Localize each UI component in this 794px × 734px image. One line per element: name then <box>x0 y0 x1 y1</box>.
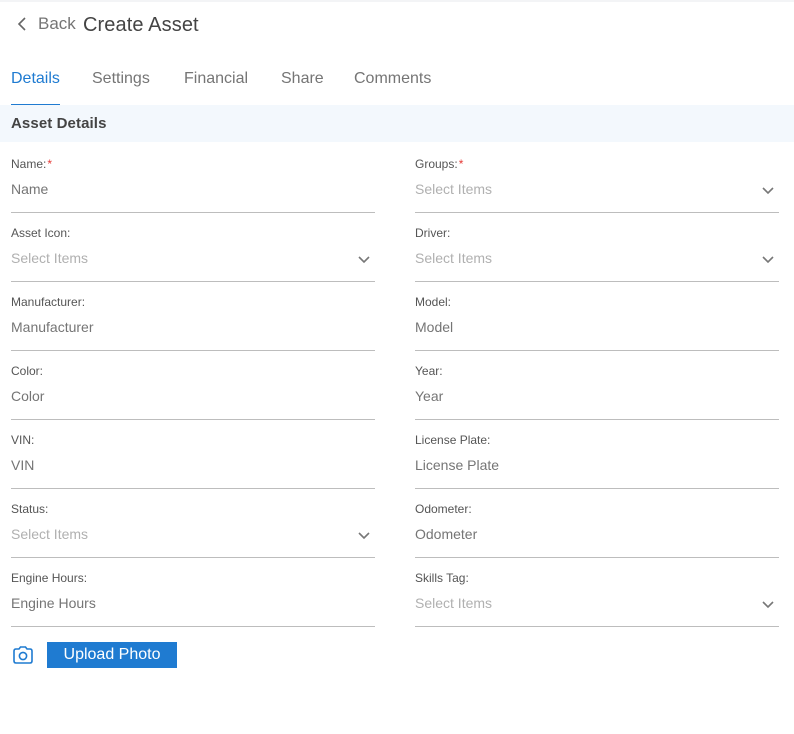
engine-hours-field: Engine Hours: <box>11 557 375 627</box>
camera-icon[interactable] <box>11 643 35 667</box>
driver-label: Driver: <box>415 226 451 240</box>
year-input[interactable] <box>415 388 745 404</box>
year-field: Year: <box>415 350 779 420</box>
odometer-field: Odometer: <box>415 488 779 558</box>
status-label: Status: <box>11 502 49 516</box>
tab-details[interactable]: Details <box>11 70 60 106</box>
tab-settings[interactable]: Settings <box>92 70 150 104</box>
model-field: Model: <box>415 281 779 351</box>
license-plate-label: License Plate: <box>415 433 491 447</box>
vin-label: VIN: <box>11 433 35 447</box>
back-button[interactable]: Back <box>14 14 76 34</box>
odometer-input[interactable] <box>415 526 745 542</box>
status-select[interactable]: Select Items <box>11 526 341 542</box>
required-marker: * <box>458 157 464 171</box>
color-input[interactable] <box>11 388 341 404</box>
status-field[interactable]: Status: Select Items <box>11 488 375 558</box>
tab-financial[interactable]: Financial <box>184 70 248 104</box>
groups-label: Groups:* <box>415 157 463 171</box>
groups-field[interactable]: Groups:* Select Items <box>415 143 779 213</box>
model-input[interactable] <box>415 319 745 335</box>
driver-field[interactable]: Driver: Select Items <box>415 212 779 282</box>
name-label: Name:* <box>11 157 52 171</box>
back-label: Back <box>38 14 76 33</box>
color-field: Color: <box>11 350 375 420</box>
skills-tag-select[interactable]: Select Items <box>415 595 745 611</box>
skills-tag-label: Skills Tag: <box>415 571 469 585</box>
page-title: Create Asset <box>83 14 199 36</box>
chevron-down-icon[interactable] <box>761 183 775 197</box>
chevron-down-icon[interactable] <box>357 528 371 542</box>
section-header: Asset Details <box>0 105 794 142</box>
asset-icon-field[interactable]: Asset Icon: Select Items <box>11 212 375 282</box>
chevron-left-icon <box>17 17 26 31</box>
year-label: Year: <box>415 364 443 378</box>
chevron-down-icon[interactable] <box>761 597 775 611</box>
page-header: Back Create Asset <box>0 0 794 52</box>
name-input[interactable] <box>11 181 341 197</box>
license-plate-field: License Plate: <box>415 419 779 489</box>
engine-hours-input[interactable] <box>11 595 341 611</box>
license-plate-input[interactable] <box>415 457 745 473</box>
name-field: Name:* <box>11 143 375 213</box>
asset-icon-select[interactable]: Select Items <box>11 250 341 266</box>
vin-input[interactable] <box>11 457 341 473</box>
tab-bar: Details Settings Financial Share Comment… <box>0 62 794 106</box>
model-label: Model: <box>415 295 452 309</box>
manufacturer-label: Manufacturer: <box>11 295 86 309</box>
odometer-label: Odometer: <box>415 502 472 516</box>
color-label: Color: <box>11 364 44 378</box>
tab-share[interactable]: Share <box>281 70 324 104</box>
driver-select[interactable]: Select Items <box>415 250 745 266</box>
chevron-down-icon[interactable] <box>761 252 775 266</box>
groups-select[interactable]: Select Items <box>415 181 745 197</box>
groups-label-text: Groups: <box>415 157 458 171</box>
engine-hours-label: Engine Hours: <box>11 571 88 585</box>
name-label-text: Name: <box>11 157 47 171</box>
asset-icon-label: Asset Icon: <box>11 226 71 240</box>
required-marker: * <box>47 157 53 171</box>
vin-field: VIN: <box>11 419 375 489</box>
manufacturer-input[interactable] <box>11 319 341 335</box>
manufacturer-field: Manufacturer: <box>11 281 375 351</box>
chevron-down-icon[interactable] <box>357 252 371 266</box>
skills-tag-field[interactable]: Skills Tag: Select Items <box>415 557 779 627</box>
tab-comments[interactable]: Comments <box>354 70 431 104</box>
section-title: Asset Details <box>11 115 107 132</box>
upload-photo-button[interactable]: Upload Photo <box>47 642 177 668</box>
